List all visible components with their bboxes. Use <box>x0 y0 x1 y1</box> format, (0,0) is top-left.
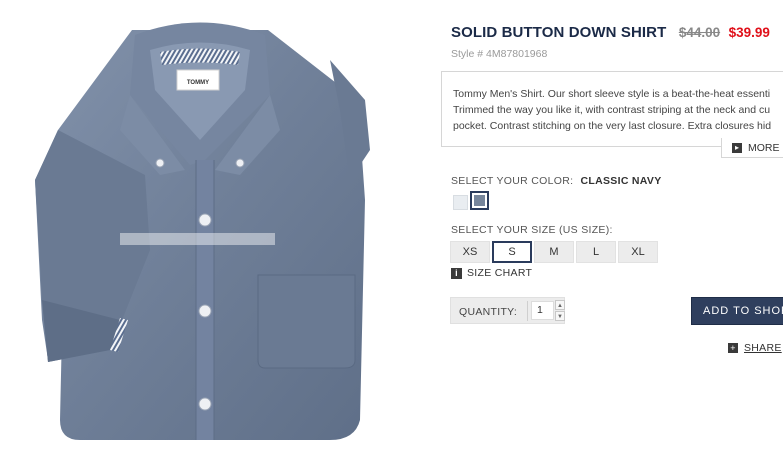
more-label: MORE <box>748 141 780 154</box>
product-title: SOLID BUTTON DOWN SHIRT <box>451 24 667 41</box>
description-text: Tommy Men's Shirt. Our short sleeve styl… <box>453 86 783 134</box>
sale-price: $39.99 <box>728 25 770 40</box>
size-chart-link[interactable]: i SIZE CHART <box>451 267 532 279</box>
description-box: Tommy Men's Shirt. Our short sleeve styl… <box>441 71 783 147</box>
description-line: Tommy Men's Shirt. Our short sleeve styl… <box>453 88 771 100</box>
more-button[interactable]: ▸ MORE <box>721 138 783 158</box>
size-options: XS S M L XL <box>450 241 660 263</box>
size-label: SELECT YOUR SIZE (US SIZE): <box>451 224 613 236</box>
shirt-illustration: TOMMY <box>35 22 370 440</box>
share-label: SHARE <box>744 342 782 354</box>
info-icon: i <box>451 267 462 279</box>
quantity-label: QUANTITY: <box>459 306 518 318</box>
size-option-xs[interactable]: XS <box>450 241 490 263</box>
product-details: SOLID BUTTON DOWN SHIRT $44.00 $39.99 St… <box>440 0 783 459</box>
chevron-right-icon: ▸ <box>732 142 742 153</box>
product-image: TOMMY <box>0 0 440 459</box>
description-line: pocket. Contrast stitching on the very l… <box>453 120 772 132</box>
plus-icon: + <box>728 343 738 353</box>
quantity-increment-button[interactable]: ▲ <box>555 300 565 310</box>
size-option-s[interactable]: S <box>492 241 532 263</box>
color-label: SELECT YOUR COLOR: <box>451 175 574 187</box>
color-swatch-white[interactable] <box>453 195 468 210</box>
color-label-row: SELECT YOUR COLOR: CLASSIC NAVY <box>451 175 662 187</box>
quantity-divider <box>527 301 528 321</box>
size-option-m[interactable]: M <box>534 241 574 263</box>
quantity-decrement-button[interactable]: ▼ <box>555 311 565 321</box>
title-row: SOLID BUTTON DOWN SHIRT $44.00 $39.99 <box>451 24 770 42</box>
color-swatch-navy[interactable] <box>470 191 489 210</box>
selected-color: CLASSIC NAVY <box>580 175 662 187</box>
size-option-l[interactable]: L <box>576 241 616 263</box>
original-price: $44.00 <box>678 25 721 40</box>
style-number: Style # 4M87801968 <box>451 48 548 60</box>
swatch-fill <box>474 195 485 206</box>
size-chart-label: SIZE CHART <box>467 267 533 279</box>
description-line: Trimmed the way you like it, with contra… <box>453 104 771 116</box>
quantity-control: QUANTITY: 1 ▲ ▼ <box>450 297 565 324</box>
size-option-xl[interactable]: XL <box>618 241 658 263</box>
share-link[interactable]: + SHARE <box>728 342 782 354</box>
add-to-shopping-bag-button[interactable]: ADD TO SHOP <box>691 297 783 325</box>
brand-tag-label: TOMMY <box>187 80 209 86</box>
quantity-input[interactable]: 1 <box>531 301 554 320</box>
